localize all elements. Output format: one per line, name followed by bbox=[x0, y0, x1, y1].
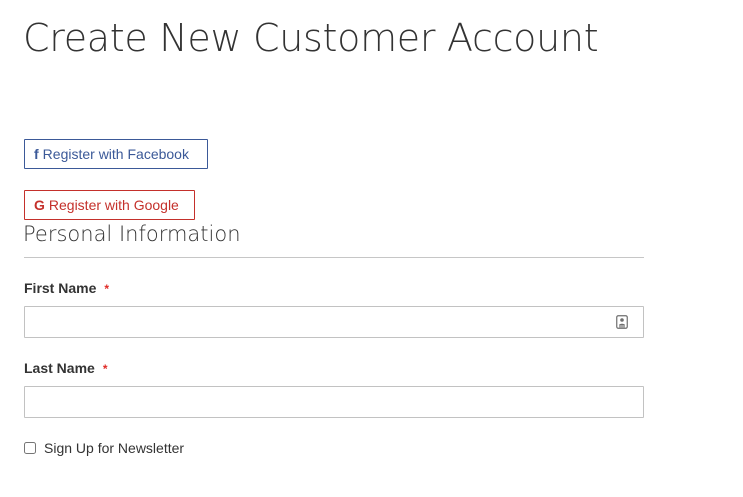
required-marker: * bbox=[102, 362, 108, 376]
personal-information-title: Personal Information bbox=[23, 222, 241, 246]
page-title: Create New Customer Account bbox=[23, 16, 599, 60]
first-name-label-text: First Name bbox=[24, 280, 97, 296]
register-with-facebook-label: Register with Facebook bbox=[42, 146, 189, 162]
create-account-page: Create New Customer Account f Register w… bbox=[0, 0, 743, 497]
first-name-input[interactable] bbox=[24, 306, 644, 338]
last-name-label: Last Name * bbox=[24, 359, 107, 378]
first-name-label: First Name * bbox=[24, 279, 109, 298]
newsletter-label[interactable]: Sign Up for Newsletter bbox=[44, 439, 184, 457]
newsletter-option: Sign Up for Newsletter bbox=[24, 438, 184, 458]
last-name-label-text: Last Name bbox=[24, 360, 95, 376]
contact-card-icon[interactable] bbox=[616, 315, 628, 329]
register-with-google-button[interactable]: G Register with Google bbox=[24, 190, 195, 220]
google-g-icon: G bbox=[34, 197, 45, 213]
section-divider bbox=[24, 257, 644, 258]
facebook-f-icon: f bbox=[34, 146, 39, 162]
last-name-input[interactable] bbox=[24, 386, 644, 418]
required-marker: * bbox=[104, 282, 110, 296]
newsletter-checkbox[interactable] bbox=[24, 442, 36, 454]
register-with-google-label: Register with Google bbox=[48, 197, 179, 213]
register-with-facebook-button[interactable]: f Register with Facebook bbox=[24, 139, 208, 169]
